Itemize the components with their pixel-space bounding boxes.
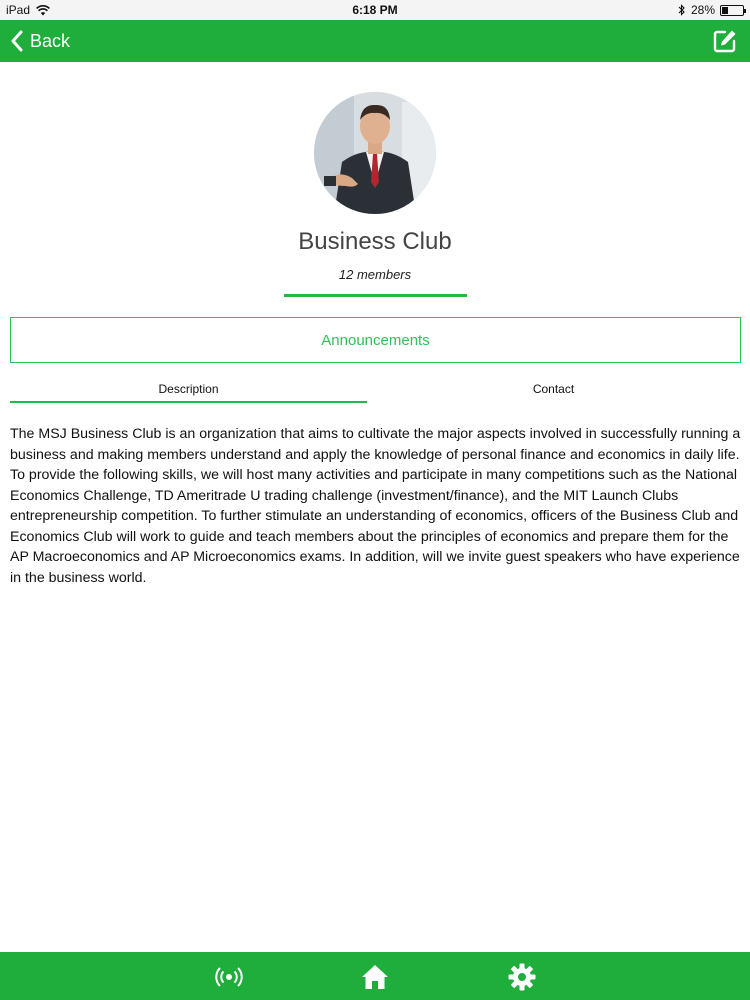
status-time: 6:18 PM [352, 3, 398, 17]
member-count: 12 members [338, 267, 412, 282]
club-description: The MSJ Business Club is an organization… [10, 426, 741, 586]
home-icon[interactable] [360, 962, 390, 992]
tab-active-indicator [10, 401, 367, 403]
back-button[interactable]: Back [10, 28, 70, 54]
battery-icon [720, 4, 746, 16]
club-photo [314, 92, 436, 214]
bluetooth-icon [678, 4, 685, 16]
battery-percent: 28% [690, 3, 715, 17]
tab-contact[interactable]: Contact [367, 376, 740, 402]
announcements-button[interactable]: Announcements [10, 317, 741, 363]
bottom-tab-bar [0, 952, 750, 1000]
back-label: Back [30, 30, 71, 51]
club-avatar [314, 92, 436, 214]
tab-description[interactable]: Description [10, 376, 367, 402]
club-name: Business Club [298, 228, 452, 255]
status-right: 28% [678, 3, 746, 17]
status-bar: iPad 6:18 PM 28% [0, 0, 750, 20]
chevron-left-icon [11, 30, 23, 52]
battery-fill [722, 6, 728, 14]
gear-icon[interactable] [507, 962, 537, 992]
nav-bar: Back [0, 20, 750, 62]
broadcast-icon[interactable] [214, 962, 244, 992]
edit-icon[interactable] [712, 28, 738, 54]
name-underline [284, 294, 467, 297]
